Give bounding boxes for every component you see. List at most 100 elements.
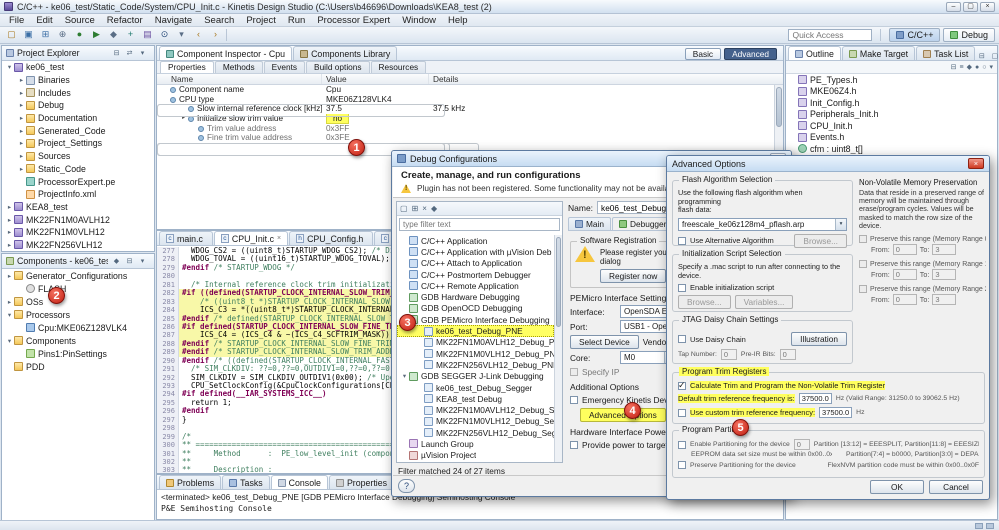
expand-arrow-icon[interactable]: ▾: [5, 63, 14, 71]
config-tree-item[interactable]: C/C++ Application with µVision Deb: [397, 246, 554, 257]
outline-tab[interactable]: Make Target: [841, 46, 916, 60]
tree-scrollbar[interactable]: [554, 235, 562, 462]
menu-item[interactable]: Edit: [30, 15, 58, 26]
preserve-partitioning-checkbox[interactable]: [678, 461, 686, 469]
project-tree-item[interactable]: ▾ ke06_test: [2, 61, 154, 74]
custom-frequency-input[interactable]: 37500.0: [819, 407, 853, 418]
outline-item[interactable]: Init_Config.h: [786, 97, 997, 109]
outline-toolbar-icon[interactable]: ◆: [967, 63, 972, 71]
minimize-panel-icon[interactable]: ⊟: [976, 52, 987, 60]
outline-item[interactable]: PE_Types.h: [786, 74, 997, 86]
panel-header-icon[interactable]: ⊟: [111, 49, 122, 57]
select-device-button[interactable]: Select Device: [570, 335, 639, 349]
specify-ip-checkbox[interactable]: [570, 368, 578, 376]
config-tree-item[interactable]: MK22FN1M0VLH12_Debug_PNE: [397, 348, 554, 359]
expand-arrow-icon[interactable]: ▸: [5, 216, 14, 224]
use-alternative-algorithm-checkbox[interactable]: [678, 236, 686, 245]
browse-button[interactable]: Browse...: [794, 233, 847, 248]
config-tree-item[interactable]: C/C++ Attach to Application: [397, 258, 554, 269]
expand-arrow-icon[interactable]: ▸: [17, 101, 26, 109]
console-tab[interactable]: Console: [270, 475, 328, 489]
provide-power-checkbox[interactable]: [570, 441, 578, 449]
variables-button[interactable]: Variables...: [734, 295, 794, 309]
config-toolbar-icon[interactable]: ⊞: [412, 204, 419, 213]
use-custom-frequency-checkbox[interactable]: [678, 408, 686, 417]
calculate-trim-checkbox[interactable]: [678, 381, 686, 390]
config-tree-item[interactable]: µVision Project: [397, 450, 554, 461]
config-tree-item[interactable]: GDB Hardware Debugging: [397, 291, 554, 302]
expand-arrow-icon[interactable]: ▸: [5, 241, 14, 249]
expand-arrow-icon[interactable]: ▾: [400, 372, 409, 380]
config-tree-item[interactable]: Launch Group: [397, 438, 554, 449]
preserve-range-checkbox[interactable]: [859, 260, 867, 269]
illustration-button[interactable]: Illustration: [791, 332, 847, 346]
project-tree-item[interactable]: ▸ Documentation: [2, 112, 154, 125]
property-row[interactable]: Trim value address 0x3FF: [157, 124, 774, 134]
enable-init-script-checkbox[interactable]: [678, 283, 686, 292]
use-daisy-chain-checkbox[interactable]: [678, 335, 686, 343]
component-tree-item[interactable]: PDD: [2, 360, 154, 373]
toolbar-icon[interactable]: ▤: [140, 28, 155, 42]
default-frequency-input[interactable]: 37500.0: [798, 393, 832, 404]
outline-item[interactable]: cfm : uint8_t[]: [786, 143, 997, 155]
property-value[interactable]: MKE06Z128VLK4: [326, 95, 392, 104]
outline-item[interactable]: MKE06Z4.h: [786, 86, 997, 98]
outline-item[interactable]: Peripherals_Init.h: [786, 109, 997, 121]
browse-button[interactable]: Browse...: [678, 295, 731, 309]
dialog-close-icon[interactable]: ×: [968, 158, 984, 169]
component-tree-item[interactable]: Cpu:MKE06Z128VLK4: [2, 321, 154, 334]
register-now-button[interactable]: Register now: [600, 269, 667, 283]
config-tree-item[interactable]: MK22FN256VLH12_Debug_PNE: [397, 359, 554, 370]
project-tree-item[interactable]: ▸ MK22FN256VLH12: [2, 239, 154, 252]
project-tree-item[interactable]: ▸ Debug: [2, 99, 154, 112]
console-tab[interactable]: Properties: [328, 475, 395, 489]
project-tree-item[interactable]: ▸ MK22FN1M0VLH12: [2, 226, 154, 239]
config-toolbar-icon[interactable]: ▢: [400, 204, 408, 213]
toolbar-icon[interactable]: ▶: [89, 28, 104, 42]
config-tree-item[interactable]: ke06_test_Debug_PNE: [397, 325, 554, 337]
expand-arrow-icon[interactable]: ▸: [17, 165, 26, 173]
menu-item[interactable]: File: [3, 15, 30, 26]
property-row[interactable]: ▾ Internal oscillator: [157, 104, 445, 118]
flash-algorithm-select[interactable]: freescale_ke06z128m4_pflash.arp: [678, 217, 847, 231]
config-tree-item[interactable]: MK22FN1M0AVLH12_Debug_Seg: [397, 404, 554, 415]
config-toolbar-icon[interactable]: ×: [422, 204, 427, 213]
advanced-options-button[interactable]: Advanced Options: [580, 408, 666, 422]
project-tree-item[interactable]: ▸ Generated_Code: [2, 124, 154, 137]
inspector-subtab[interactable]: Events: [263, 61, 306, 73]
chevron-down-icon[interactable]: [835, 218, 846, 230]
outline-tab[interactable]: Outline: [788, 46, 841, 60]
property-value[interactable]: 0x3FF: [326, 124, 349, 133]
expand-arrow-icon[interactable]: ▾: [5, 311, 14, 319]
cancel-button[interactable]: Cancel: [929, 480, 983, 494]
expand-arrow-icon[interactable]: ▾: [5, 337, 14, 345]
menu-item[interactable]: Help: [442, 15, 474, 26]
toolbar-icon[interactable]: ›: [208, 28, 223, 42]
component-tree-item[interactable]: FLASH: [2, 282, 154, 295]
range-to-input[interactable]: 3: [932, 269, 957, 281]
config-tree-item[interactable]: MK22FN1M0AVLH12_Debug_PNE: [397, 337, 554, 348]
project-tree-item[interactable]: ▸ Includes: [2, 86, 154, 99]
panel-header-icon[interactable]: ◆: [111, 257, 122, 265]
console-tab[interactable]: Tasks: [222, 475, 270, 489]
outline-toolbar-icon[interactable]: ▾: [989, 63, 993, 71]
config-tab[interactable]: Main: [568, 217, 611, 230]
config-tree-item[interactable]: ke06_test_Debug_Segger: [397, 382, 554, 393]
maximize-button[interactable]: [963, 1, 978, 12]
enable-partitioning-checkbox[interactable]: [678, 440, 686, 449]
toolbar-icon[interactable]: ▣: [21, 28, 36, 42]
toolbar-icon[interactable]: ‹: [191, 28, 206, 42]
property-row[interactable]: CPU type MKE06Z128VLK4: [157, 95, 774, 105]
view-mode-button[interactable]: Basic: [684, 48, 722, 60]
toolbar-icon[interactable]: ⊕: [55, 28, 70, 42]
panel-header-icon[interactable]: ▾: [137, 49, 148, 57]
menu-item[interactable]: Source: [59, 15, 101, 26]
project-tree-item[interactable]: ▸ Static_Code: [2, 163, 154, 176]
project-tree-item[interactable]: ▸ KEA8_test: [2, 201, 154, 214]
outline-tab[interactable]: Task List: [916, 46, 976, 60]
toolbar-icon[interactable]: ◆: [106, 28, 121, 42]
toolbar-icon[interactable]: ▢: [4, 28, 19, 42]
view-mode-button[interactable]: Advanced: [724, 48, 777, 60]
expand-arrow-icon[interactable]: ▸: [5, 203, 14, 211]
project-tree-item[interactable]: ▸ Project_Settings: [2, 137, 154, 150]
